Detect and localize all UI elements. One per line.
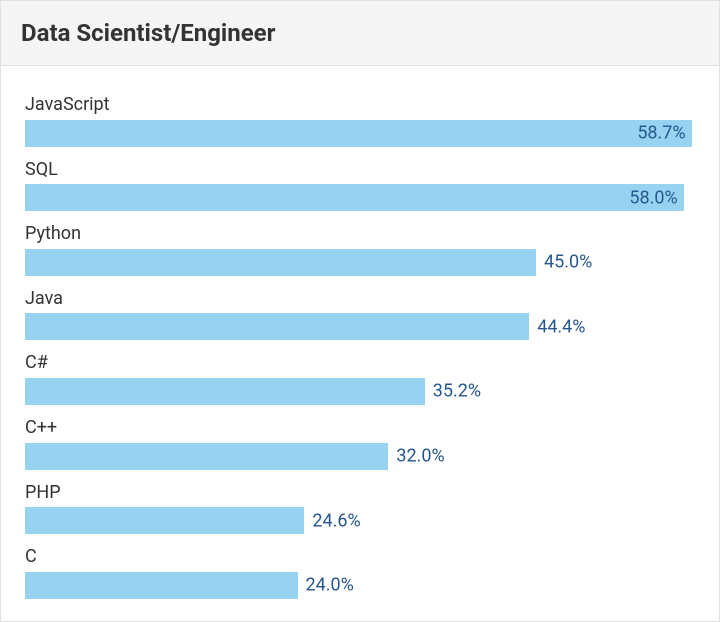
bar-value-label: 24.6% (312, 510, 360, 531)
bar-track: 58.0% (25, 184, 695, 211)
bar-row: C# 35.2% (25, 352, 695, 405)
bar-value-label: 58.0% (629, 187, 677, 208)
bar-fill (25, 443, 388, 470)
bar-category-label: SQL (25, 159, 695, 181)
bar-category-label: JavaScript (25, 94, 695, 116)
bar-track: 35.2% (25, 378, 695, 405)
bar-category-label: C (25, 546, 695, 568)
bar-value-label: 44.4% (537, 316, 585, 337)
chart-body: JavaScript 58.7% SQL 58.0% Python 45.0% Java 44… (1, 66, 719, 621)
bar-track: 24.0% (25, 572, 695, 599)
chart-title: Data Scientist/Engineer (21, 19, 699, 47)
bar-category-label: C# (25, 352, 695, 374)
bar-value-label: 24.0% (306, 575, 354, 596)
bar-track: 44.4% (25, 313, 695, 340)
bar-track: 32.0% (25, 443, 695, 470)
bar-row: Java 44.4% (25, 288, 695, 341)
bar-value-label: 35.2% (433, 381, 481, 402)
bar-fill (25, 184, 684, 211)
bar-fill (25, 249, 536, 276)
bar-category-label: C++ (25, 417, 695, 439)
bar-value-label: 32.0% (396, 446, 444, 467)
bar-fill (25, 507, 304, 534)
bar-value-label: 45.0% (544, 252, 592, 273)
bar-category-label: PHP (25, 482, 695, 504)
bar-fill (25, 378, 425, 405)
bar-fill (25, 572, 298, 599)
bar-fill (25, 120, 692, 147)
bar-row: C++ 32.0% (25, 417, 695, 470)
panel-header: Data Scientist/Engineer (1, 1, 719, 66)
bar-value-label: 58.7% (637, 123, 685, 144)
bar-track: 24.6% (25, 507, 695, 534)
bar-row: PHP 24.6% (25, 482, 695, 535)
bar-track: 58.7% (25, 120, 695, 147)
bar-category-label: Python (25, 223, 695, 245)
bar-category-label: Java (25, 288, 695, 310)
bar-row: JavaScript 58.7% (25, 94, 695, 147)
bar-track: 45.0% (25, 249, 695, 276)
bar-row: SQL 58.0% (25, 159, 695, 212)
bar-row: C 24.0% (25, 546, 695, 599)
bar-fill (25, 313, 529, 340)
chart-panel: Data Scientist/Engineer JavaScript 58.7% S… (0, 0, 720, 622)
bar-row: Python 45.0% (25, 223, 695, 276)
